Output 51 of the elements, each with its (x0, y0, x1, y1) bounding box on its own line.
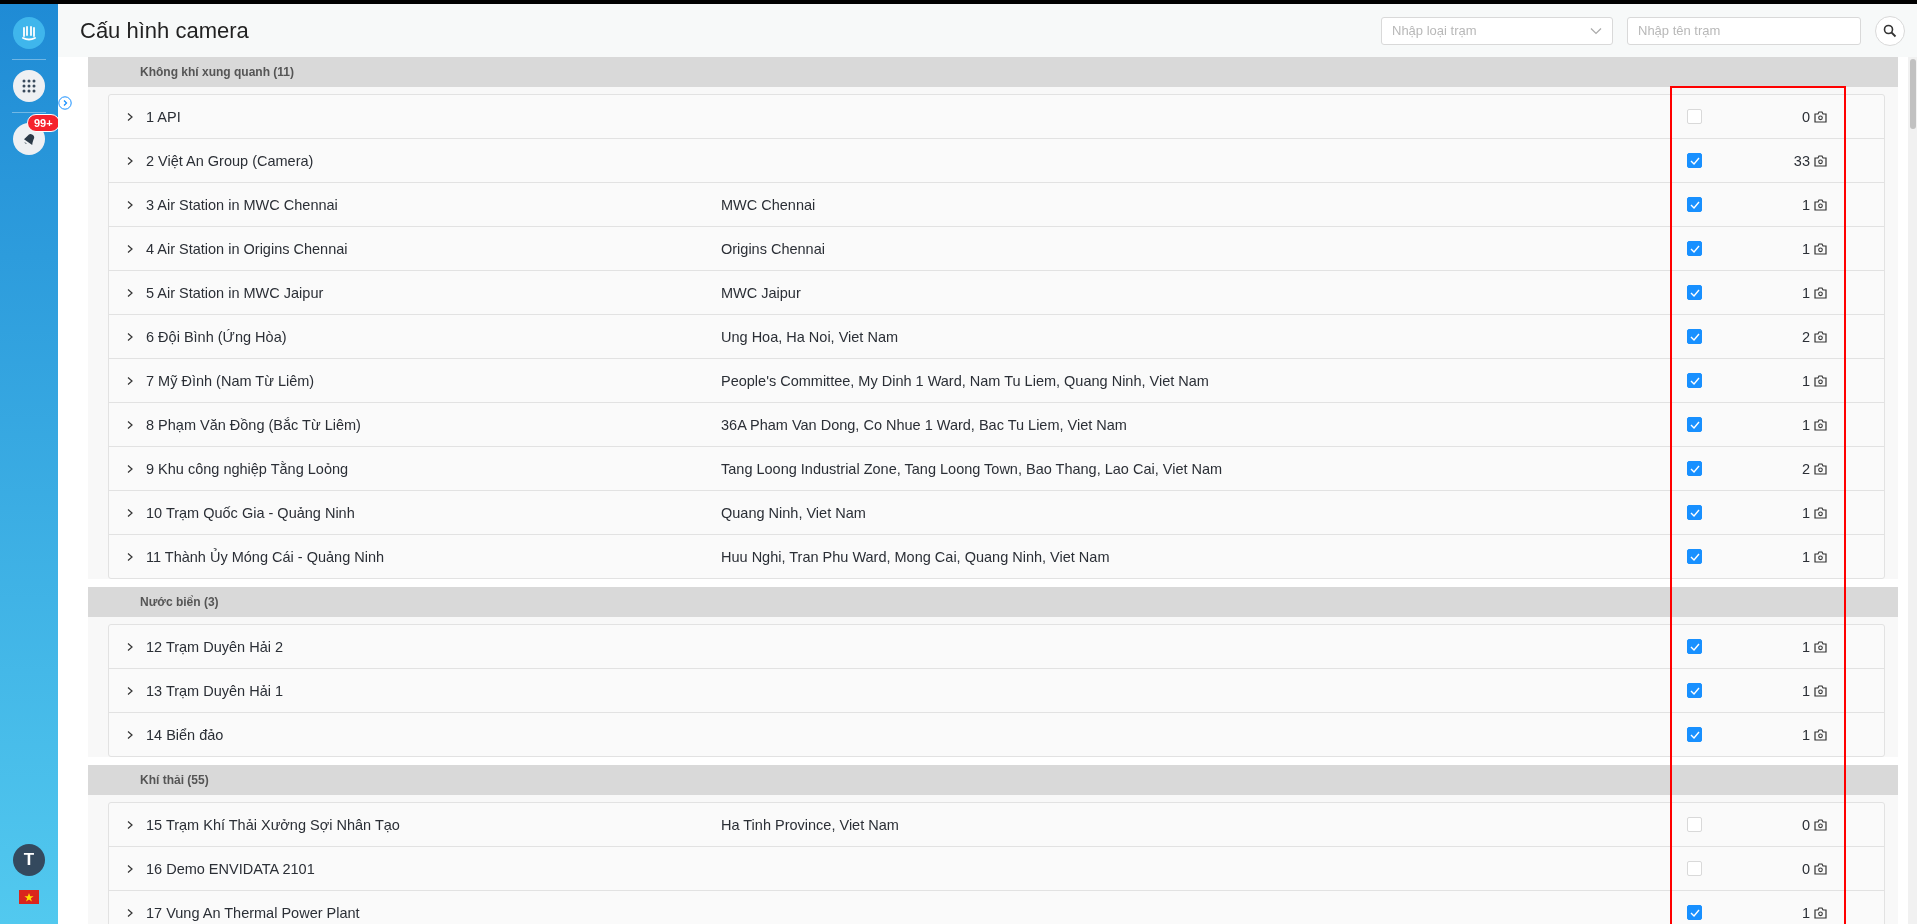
station-name[interactable]: 15 Trạm Khí Thải Xưởng Sợi Nhân Tạo (146, 816, 721, 833)
station-name[interactable]: 5 Air Station in MWC Jaipur (146, 284, 721, 301)
group-title: Không khí xung quanh (11) (140, 65, 294, 79)
station-name[interactable]: 3 Air Station in MWC Chennai (146, 196, 721, 213)
page-title: Cấu hình camera (80, 17, 249, 44)
camera-count: 1 (1801, 284, 1810, 301)
station-address: Quang Ninh, Viet Nam (721, 504, 866, 521)
station-name[interactable]: 4 Air Station in Origins Chennai (146, 240, 721, 257)
station-address: 36A Pham Van Dong, Co Nhue 1 Ward, Bac Tu Liem, Viet Nam (721, 416, 1127, 433)
station-name[interactable]: 9 Khu công nghiệp Tằng Loỏng (146, 460, 721, 477)
station-address: People's Committee, My Dinh 1 Ward, Nam Tu Liem, Quang Ninh, Viet Nam (721, 372, 1209, 389)
camera-count: 1 (1801, 548, 1810, 565)
camera-count: 2 (1801, 460, 1810, 477)
camera-count: 33 (1793, 152, 1810, 169)
camera-count: 1 (1801, 682, 1810, 699)
station-name[interactable]: 11 Thành Ủy Móng Cái - Quảng Ninh (146, 548, 721, 565)
station-name[interactable]: 1 API (146, 108, 721, 125)
camera-count: 0 (1801, 816, 1810, 833)
camera-count: 1 (1801, 504, 1810, 521)
station-address: Origins Chennai (721, 240, 825, 257)
user-avatar[interactable]: T (13, 844, 45, 876)
station-name[interactable]: 2 Việt An Group (Camera) (146, 152, 721, 169)
station-name[interactable]: 14 Biển đảo (146, 726, 721, 743)
station-name[interactable]: 12 Trạm Duyên Hải 2 (146, 638, 721, 655)
station-name-input[interactable]: Nhập tên trạm (1627, 16, 1861, 45)
camera-count: 0 (1801, 108, 1810, 125)
station-address: Ung Hoa, Ha Noi, Viet Nam (721, 328, 899, 345)
notification-badge: 99+ (27, 114, 60, 132)
station-name[interactable]: 7 Mỹ Đình (Nam Từ Liêm) (146, 372, 721, 389)
station-address: MWC Chennai (721, 196, 816, 213)
station-name[interactable]: 6 Đội Bình (Ứng Hòa) (146, 328, 721, 345)
camera-count: 1 (1801, 416, 1810, 433)
camera-count: 1 (1801, 196, 1810, 213)
camera-count: 1 (1801, 904, 1810, 921)
station-address: MWC Jaipur (721, 284, 801, 301)
camera-count: 1 (1801, 240, 1810, 257)
camera-count: 1 (1801, 638, 1810, 655)
camera-count: 1 (1801, 372, 1810, 389)
camera-count: 1 (1801, 726, 1810, 743)
station-address: Huu Nghi, Tran Phu Ward, Mong Cai, Quang Ninh, Viet Nam (721, 548, 1110, 565)
station-name[interactable]: 10 Trạm Quốc Gia - Quảng Ninh (146, 504, 721, 521)
station-name[interactable]: 16 Demo ENVIDATA 2101 (146, 860, 721, 877)
group-title: Nước biển (3) (140, 595, 219, 609)
station-name[interactable]: 8 Phạm Văn Đồng (Bắc Từ Liêm) (146, 416, 721, 433)
camera-count: 2 (1801, 328, 1810, 345)
station-name[interactable]: 17 Vung An Thermal Power Plant (146, 904, 721, 921)
camera-count: 0 (1801, 860, 1810, 877)
station-address: Tang Loong Industrial Zone, Tang Loong Town, Bao Thang, Lao Cai, Viet Nam (721, 460, 1223, 477)
station-name[interactable]: 13 Trạm Duyên Hải 1 (146, 682, 721, 699)
station-address: Ha Tinh Province, Viet Nam (721, 816, 899, 833)
group-title: Khí thải (55) (140, 773, 209, 787)
